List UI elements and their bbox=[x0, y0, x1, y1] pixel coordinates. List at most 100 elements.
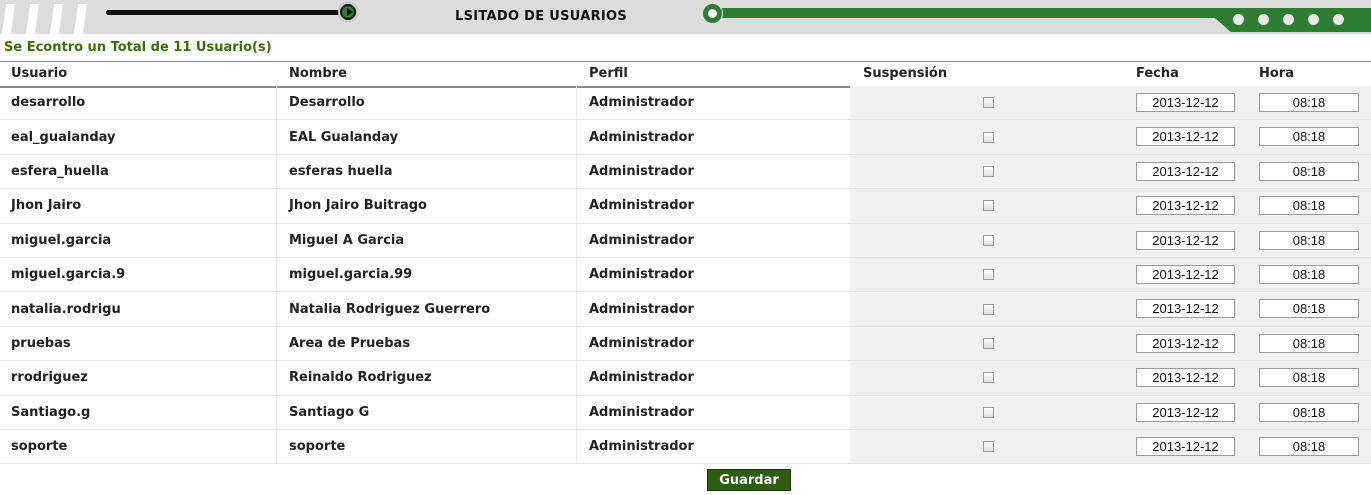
page-title: LSITADO DE USUARIOS bbox=[455, 9, 628, 24]
cell-nombre: EAL Gualanday bbox=[277, 120, 577, 154]
usuario-text: natalia.rodrigu bbox=[11, 301, 121, 317]
dot-icon bbox=[1283, 14, 1294, 25]
hora-input[interactable]: 08:18 bbox=[1259, 264, 1359, 284]
banner-stripes bbox=[0, 4, 95, 34]
fecha-input[interactable]: 2013-12-12 bbox=[1136, 93, 1235, 112]
cell-suspension bbox=[850, 326, 1125, 361]
cell-hora: 08:18 bbox=[1247, 257, 1371, 292]
perfil-text: Administrador bbox=[589, 439, 694, 455]
suspension-checkbox[interactable] bbox=[983, 441, 994, 453]
users-table-body: desarrollo Desarrollo Administrador 2013-12… bbox=[0, 86, 1371, 465]
cell-perfil: Administrador bbox=[577, 155, 850, 188]
nombre-text: soporte bbox=[289, 439, 346, 455]
cell-perfil: Administrador bbox=[577, 224, 850, 257]
usuario-text: Jhon Jairo bbox=[11, 198, 82, 214]
fecha-input[interactable]: 2013-12-12 bbox=[1136, 161, 1235, 181]
cell-fecha: 2013-12-12 bbox=[1125, 326, 1247, 361]
perfil-text: Administrador bbox=[589, 267, 694, 283]
column-header-hora: Hora bbox=[1259, 66, 1294, 81]
cell-fecha: 2013-12-12 bbox=[1125, 292, 1247, 326]
hora-input[interactable]: 08:18 bbox=[1259, 93, 1359, 112]
cell-usuario: miguel.garcia bbox=[0, 223, 277, 257]
cell-perfil: Administrador bbox=[577, 327, 850, 360]
nombre-text: Desarrollo bbox=[289, 95, 365, 111]
perfil-text: Administrador bbox=[589, 232, 694, 248]
dot-icon bbox=[1258, 14, 1269, 25]
perfil-text: Administrador bbox=[589, 163, 694, 179]
perfil-text: Administrador bbox=[589, 198, 694, 214]
table-row: esfera_huella esferas huella Administrador… bbox=[0, 154, 1371, 190]
suspension-checkbox[interactable] bbox=[983, 372, 994, 384]
fecha-input[interactable]: 2013-12-12 bbox=[1136, 436, 1235, 456]
suspension-checkbox[interactable] bbox=[983, 406, 994, 418]
table-row: Jhon Jairo Jhon Jairo Buitrago Administrad… bbox=[0, 189, 1371, 224]
cell-hora: 08:18 bbox=[1247, 292, 1371, 326]
column-header-suspension: Suspensión bbox=[863, 66, 948, 81]
cell-usuario: Santiago.g bbox=[0, 395, 277, 429]
fecha-input[interactable]: 2013-12-12 bbox=[1136, 196, 1235, 216]
hora-input[interactable]: 08:18 bbox=[1259, 436, 1359, 456]
cell-usuario: natalia.rodrigu bbox=[0, 292, 277, 326]
fecha-input[interactable]: 2013-12-12 bbox=[1136, 402, 1235, 422]
save-button[interactable]: Guardar bbox=[707, 469, 791, 491]
cell-hora: 08:18 bbox=[1247, 429, 1371, 464]
suspension-checkbox[interactable] bbox=[983, 269, 994, 281]
usuario-text: soporte bbox=[11, 439, 68, 455]
table-row: soporte soporte Administrador 2013-12-12 08:… bbox=[0, 429, 1371, 465]
nombre-text: EAL Gualanday bbox=[289, 129, 399, 145]
cell-nombre: miguel.garcia.99 bbox=[277, 257, 577, 292]
cell-usuario: pruebas bbox=[0, 326, 277, 361]
cell-perfil: Administrador bbox=[577, 361, 850, 394]
cell-usuario: Jhon Jairo bbox=[0, 189, 277, 223]
hora-input[interactable]: 08:18 bbox=[1259, 402, 1359, 422]
cell-suspension bbox=[850, 292, 1125, 326]
dot-icon bbox=[1308, 14, 1319, 25]
fecha-input[interactable]: 2013-12-12 bbox=[1136, 264, 1235, 284]
cell-fecha: 2013-12-12 bbox=[1125, 361, 1247, 395]
suspension-checkbox[interactable] bbox=[983, 97, 994, 109]
usuario-text: miguel.garcia bbox=[11, 232, 112, 248]
hora-input[interactable]: 08:18 bbox=[1259, 161, 1359, 181]
table-row: miguel.garcia Miguel A Garcia Administrado… bbox=[0, 223, 1371, 258]
hora-input[interactable]: 08:18 bbox=[1259, 299, 1359, 319]
hora-input[interactable]: 08:18 bbox=[1259, 333, 1359, 353]
cell-fecha: 2013-12-12 bbox=[1125, 86, 1247, 120]
fecha-input[interactable]: 2013-12-12 bbox=[1136, 127, 1235, 147]
suspension-checkbox[interactable] bbox=[983, 303, 994, 315]
cell-usuario: esfera_huella bbox=[0, 154, 277, 189]
cell-nombre: Miguel A Garcia bbox=[277, 223, 577, 257]
suspension-checkbox[interactable] bbox=[983, 337, 994, 349]
cell-fecha: 2013-12-12 bbox=[1125, 120, 1247, 154]
fecha-input[interactable]: 2013-12-12 bbox=[1136, 299, 1235, 319]
suspension-checkbox[interactable] bbox=[983, 234, 994, 246]
fecha-input[interactable]: 2013-12-12 bbox=[1136, 230, 1235, 250]
nombre-text: Reinaldo Rodriguez bbox=[289, 370, 432, 386]
fecha-input[interactable]: 2013-12-12 bbox=[1136, 333, 1235, 353]
cell-hora: 08:18 bbox=[1247, 223, 1371, 257]
cell-nombre: esferas huella bbox=[277, 154, 577, 189]
cell-suspension bbox=[850, 257, 1125, 292]
usuario-text: desarrollo bbox=[11, 95, 86, 111]
suspension-checkbox[interactable] bbox=[983, 131, 994, 143]
cell-hora: 08:18 bbox=[1247, 395, 1371, 429]
hora-input[interactable]: 08:18 bbox=[1259, 230, 1359, 250]
cell-usuario: miguel.garcia.9 bbox=[0, 257, 277, 292]
cell-fecha: 2013-12-12 bbox=[1125, 429, 1247, 464]
suspension-checkbox[interactable] bbox=[983, 165, 994, 177]
cell-usuario: eal_gualanday bbox=[0, 120, 277, 154]
hora-input[interactable]: 08:18 bbox=[1259, 196, 1359, 216]
fecha-input[interactable]: 2013-12-12 bbox=[1136, 368, 1235, 388]
table-row: natalia.rodrigu Natalia Rodriguez Guerrer… bbox=[0, 292, 1371, 327]
hora-input[interactable]: 08:18 bbox=[1259, 368, 1359, 388]
table-header: Usuario Nombre Perfil Suspensión Fecha H… bbox=[0, 61, 1371, 88]
usuario-text: rrodriguez bbox=[11, 370, 88, 386]
circle-knob-icon bbox=[702, 3, 723, 24]
suspension-checkbox[interactable] bbox=[983, 200, 994, 212]
cell-hora: 08:18 bbox=[1247, 326, 1371, 361]
cell-perfil: Administrador bbox=[577, 292, 850, 325]
column-header-perfil: Perfil bbox=[589, 66, 628, 81]
cell-nombre: Reinaldo Rodriguez bbox=[277, 361, 577, 395]
cell-suspension bbox=[850, 223, 1125, 257]
table-row: miguel.garcia.9 miguel.garcia.99 Administr… bbox=[0, 257, 1371, 293]
hora-input[interactable]: 08:18 bbox=[1259, 127, 1359, 147]
